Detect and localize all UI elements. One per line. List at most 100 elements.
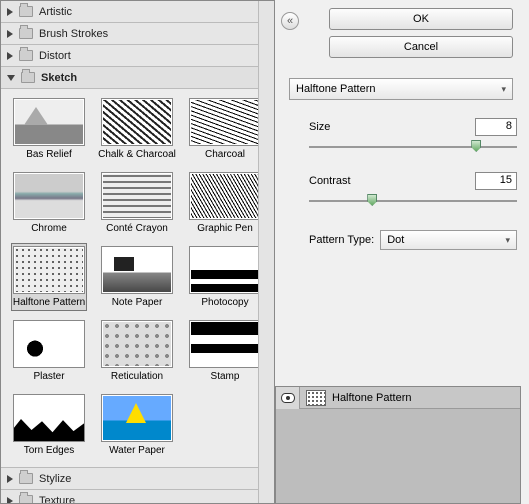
param-size: Size 8	[289, 118, 521, 154]
thumbnail-label: Chrome	[31, 223, 67, 234]
pattern-type-value: Dot	[387, 234, 404, 246]
filter-plaster[interactable]: Plaster	[11, 317, 87, 385]
category-stylize[interactable]: Stylize	[1, 468, 274, 490]
chevron-down-icon: ▾	[505, 235, 510, 246]
filter-reticulation[interactable]: Reticulation	[99, 317, 175, 385]
filter-halftone-pattern[interactable]: Halftone Pattern	[11, 243, 87, 311]
filter-note-paper[interactable]: Note Paper	[99, 243, 175, 311]
filter-photocopy[interactable]: Photocopy	[187, 243, 263, 311]
category-brush-strokes[interactable]: Brush Strokes	[1, 23, 274, 45]
param-size-label: Size	[309, 121, 330, 133]
filter-stamp[interactable]: Stamp	[187, 317, 263, 385]
disclosure-down-icon	[7, 75, 15, 81]
chevron-down-icon: ▾	[501, 84, 506, 95]
thumbnail-icon	[13, 394, 85, 442]
param-contrast: Contrast 15	[289, 172, 521, 208]
slider-thumb-icon[interactable]	[367, 194, 377, 206]
thumbnail-label: Halftone Pattern	[13, 297, 85, 308]
param-contrast-label: Contrast	[309, 175, 351, 187]
filter-conte-crayon[interactable]: Conté Crayon	[99, 169, 175, 237]
thumbnail-label: Chalk & Charcoal	[98, 149, 176, 160]
category-sketch[interactable]: Sketch	[1, 67, 274, 89]
thumbnail-icon	[189, 98, 261, 146]
pattern-type-label: Pattern Type:	[309, 234, 374, 246]
filter-select[interactable]: Halftone Pattern ▾	[289, 78, 513, 100]
disclosure-right-icon	[7, 475, 13, 483]
disclosure-right-icon	[7, 30, 13, 38]
category-label: Artistic	[39, 6, 72, 18]
disclosure-right-icon	[7, 52, 13, 60]
layer-thumbnail-icon	[306, 390, 326, 406]
filter-bas-relief[interactable]: Bas Relief	[11, 95, 87, 163]
thumbnail-label: Bas Relief	[26, 149, 72, 160]
thumbnail-label: Plaster	[33, 371, 64, 382]
thumbnail-icon	[101, 320, 173, 368]
sketch-thumbnails: Bas Relief Chalk & Charcoal Charcoal Chr…	[1, 89, 274, 468]
param-size-slider[interactable]	[309, 140, 517, 154]
thumbnail-icon	[189, 172, 261, 220]
eye-icon	[281, 393, 295, 403]
slider-thumb-icon[interactable]	[471, 140, 481, 152]
thumbnail-label: Reticulation	[111, 371, 163, 382]
effect-layers-panel: Halftone Pattern	[275, 386, 521, 504]
thumbnail-label: Torn Edges	[24, 445, 75, 456]
filter-chalk-charcoal[interactable]: Chalk & Charcoal	[99, 95, 175, 163]
category-label: Texture	[39, 495, 75, 504]
param-contrast-input[interactable]: 15	[475, 172, 517, 190]
thumbnail-icon	[189, 246, 261, 294]
category-distort[interactable]: Distort	[1, 45, 274, 67]
effect-layer-label: Halftone Pattern	[332, 392, 412, 404]
thumbnail-icon	[101, 172, 173, 220]
settings-panel: « OK Cancel Halftone Pattern ▾ Size 8 Co…	[275, 0, 529, 504]
visibility-toggle[interactable]	[276, 387, 300, 409]
filter-select-value: Halftone Pattern	[296, 83, 376, 95]
folder-icon	[19, 50, 33, 61]
thumbnail-label: Stamp	[211, 371, 240, 382]
thumbnail-label: Conté Crayon	[106, 223, 168, 234]
folder-icon	[19, 473, 33, 484]
category-texture[interactable]: Texture	[1, 490, 274, 504]
thumbnail-icon	[13, 320, 85, 368]
param-size-input[interactable]: 8	[475, 118, 517, 136]
slider-track	[309, 200, 517, 202]
thumbnail-label: Water Paper	[109, 445, 165, 456]
category-label: Sketch	[41, 72, 77, 84]
category-label: Distort	[39, 50, 71, 62]
thumbnail-label: Note Paper	[112, 297, 163, 308]
folder-icon	[21, 72, 35, 83]
thumbnail-icon	[13, 98, 85, 146]
filter-water-paper[interactable]: Water Paper	[99, 391, 175, 459]
folder-icon	[19, 495, 33, 504]
folder-icon	[19, 6, 33, 17]
filter-graphic-pen[interactable]: Graphic Pen	[187, 169, 263, 237]
param-contrast-slider[interactable]	[309, 194, 517, 208]
thumbnail-icon	[101, 394, 173, 442]
ok-button[interactable]: OK	[329, 8, 513, 30]
slider-track	[309, 146, 517, 148]
pattern-type-select[interactable]: Dot ▾	[380, 230, 517, 250]
scrollbar[interactable]	[258, 1, 274, 503]
category-label: Stylize	[39, 473, 71, 485]
collapse-toggle[interactable]: «	[281, 12, 299, 30]
disclosure-right-icon	[7, 497, 13, 504]
thumbnail-icon	[13, 246, 85, 294]
filter-torn-edges[interactable]: Torn Edges	[11, 391, 87, 459]
chevrons-icon: «	[287, 15, 293, 27]
thumbnail-icon	[101, 98, 173, 146]
param-pattern-type: Pattern Type: Dot ▾	[289, 230, 521, 250]
thumbnail-label: Charcoal	[205, 149, 245, 160]
disclosure-right-icon	[7, 8, 13, 16]
folder-icon	[19, 28, 33, 39]
category-label: Brush Strokes	[39, 28, 108, 40]
filter-chrome[interactable]: Chrome	[11, 169, 87, 237]
thumbnail-icon	[13, 172, 85, 220]
thumbnail-icon	[189, 320, 261, 368]
effect-layer-row[interactable]: Halftone Pattern	[276, 387, 520, 409]
filter-charcoal[interactable]: Charcoal	[187, 95, 263, 163]
thumbnail-label: Photocopy	[201, 297, 248, 308]
thumbnail-label: Graphic Pen	[197, 223, 253, 234]
thumbnail-icon	[101, 246, 173, 294]
category-artistic[interactable]: Artistic	[1, 1, 274, 23]
filter-gallery-panel: Artistic Brush Strokes Distort Sketch Ba…	[0, 0, 275, 504]
cancel-button[interactable]: Cancel	[329, 36, 513, 58]
